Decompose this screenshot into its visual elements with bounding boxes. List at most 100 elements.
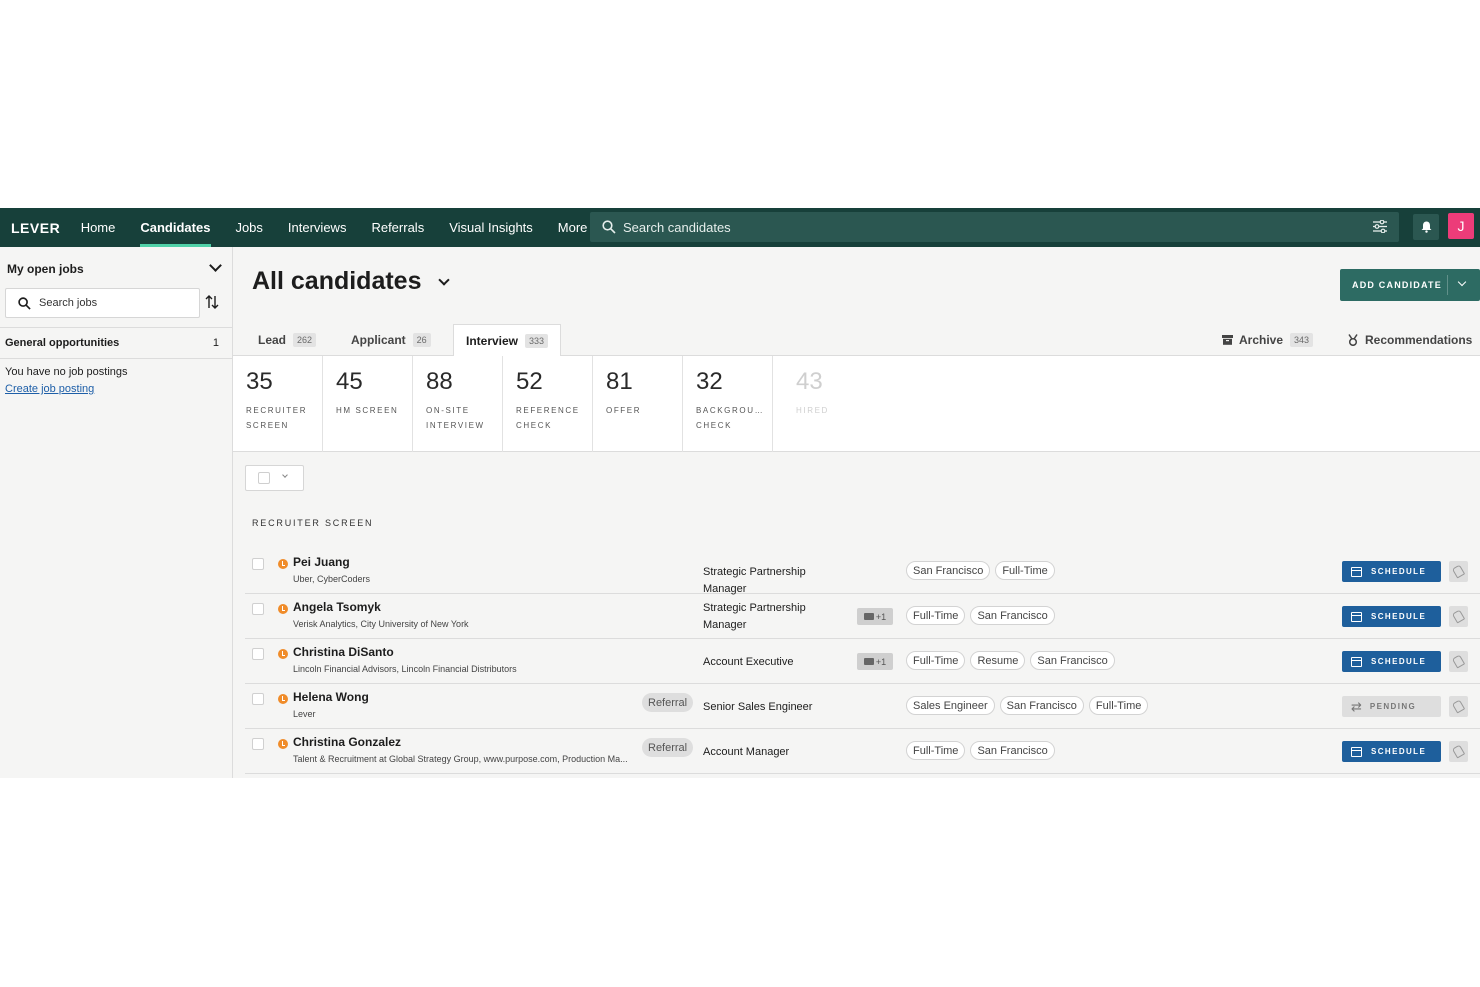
candidate-row[interactable]: Helena Wong Lever Referral Senior Sales … <box>245 684 1480 729</box>
calendar-icon <box>1351 611 1362 622</box>
filter-sliders-icon[interactable] <box>1373 220 1387 233</box>
schedule-label: SCHEDULE <box>1371 657 1427 666</box>
pending-button[interactable]: ⇄ PENDING <box>1342 696 1441 717</box>
archive-tab[interactable]: Archive 343 <box>1222 324 1314 356</box>
candidate-companies: Lincoln Financial Advisors, Lincoln Fina… <box>293 664 517 674</box>
stage-count: 43 <box>796 368 823 395</box>
tab-interview[interactable]: Interview 333 <box>453 324 562 357</box>
chevron-down-icon[interactable] <box>282 472 288 478</box>
nav-home[interactable]: Home <box>68 208 128 247</box>
candidate-row[interactable]: Angela Tsomyk Verisk Analytics, City Uni… <box>245 594 1480 639</box>
schedule-button[interactable]: SCHEDULE <box>1342 741 1441 762</box>
schedule-button[interactable]: SCHEDULE <box>1342 561 1441 582</box>
candidate-name[interactable]: Christina DiSanto <box>293 645 394 659</box>
tab-applicant[interactable]: Applicant 26 <box>339 324 443 356</box>
tag[interactable]: San Francisco <box>906 561 991 580</box>
stage-hm-screen[interactable]: 45 HM SCREEN <box>323 356 413 452</box>
multiple-jobs-badge[interactable]: +1 <box>857 653 893 670</box>
general-opportunities-item[interactable]: General opportunities 1 <box>0 327 232 359</box>
recommendations-tab[interactable]: Recommendations <box>1347 324 1472 356</box>
multiple-jobs-count: +1 <box>875 656 887 667</box>
nav-candidates[interactable]: Candidates <box>128 208 223 247</box>
phone-icon[interactable] <box>1449 561 1468 582</box>
medal-icon <box>1348 334 1358 346</box>
page-title[interactable]: All candidates <box>252 267 450 296</box>
row-checkbox[interactable] <box>252 603 264 615</box>
page-title-text: All candidates <box>252 267 422 295</box>
candidate-position: Strategic Partnership Manager <box>703 602 806 631</box>
row-checkbox[interactable] <box>252 558 264 570</box>
tag[interactable]: San Francisco <box>1030 651 1115 670</box>
multiple-jobs-badge[interactable]: +1 <box>857 608 893 625</box>
candidate-search-input[interactable]: Search candidates <box>590 212 1399 242</box>
candidate-name[interactable]: Christina Gonzalez <box>293 735 401 749</box>
referral-badge: Referral <box>642 738 694 757</box>
bulk-select-dropdown[interactable] <box>245 465 304 491</box>
tag[interactable]: San Francisco <box>970 606 1055 625</box>
referral-badge: Referral <box>642 693 694 712</box>
chevron-down-icon[interactable] <box>209 259 222 272</box>
candidate-row[interactable]: Christina DiSanto Lincoln Financial Advi… <box>245 639 1480 684</box>
nav-visual-insights[interactable]: Visual Insights <box>437 208 546 247</box>
create-job-posting-link[interactable]: Create job posting <box>5 383 94 395</box>
sort-icon[interactable] <box>205 295 219 309</box>
stage-background-check[interactable]: 32 BACKGROU… CHECK <box>683 356 773 452</box>
job-search-input[interactable]: Search jobs <box>5 288 200 318</box>
tag[interactable]: San Francisco <box>999 696 1084 715</box>
search-icon <box>18 296 31 310</box>
lever-logo[interactable]: LEVER <box>11 220 60 236</box>
row-checkbox[interactable] <box>252 693 264 705</box>
tag[interactable]: Full-Time <box>1088 696 1149 715</box>
schedule-button[interactable]: SCHEDULE <box>1342 606 1441 627</box>
stage-recruiter-screen[interactable]: 35 RECRUITER SCREEN <box>233 356 323 452</box>
stage-reference-check[interactable]: 52 REFERENCE CHECK <box>503 356 593 452</box>
chevron-down-icon[interactable] <box>1457 277 1467 287</box>
phone-icon[interactable] <box>1449 741 1468 762</box>
candidate-row[interactable]: Pei Juang Uber, CyberCoders Strategic Pa… <box>245 549 1480 595</box>
schedule-label: SCHEDULE <box>1371 747 1427 756</box>
candidate-name[interactable]: Pei Juang <box>293 555 350 569</box>
no-job-postings-text: You have no job postings <box>5 366 128 378</box>
tag[interactable]: San Francisco <box>970 741 1055 760</box>
stage-on-site-interview[interactable]: 88 ON-SITE INTERVIEW <box>413 356 503 452</box>
stage-offer[interactable]: 81 OFFER <box>593 356 683 452</box>
phone-icon[interactable] <box>1449 696 1468 717</box>
tag-list: Full-Time San Francisco <box>906 741 1055 760</box>
stage-label: ON-SITE INTERVIEW <box>426 406 485 430</box>
tag[interactable]: Full-Time <box>906 651 966 670</box>
select-all-checkbox[interactable] <box>258 472 270 484</box>
phone-icon[interactable] <box>1449 651 1468 672</box>
tag[interactable]: Full-Time <box>995 561 1055 580</box>
nav-jobs[interactable]: Jobs <box>223 208 275 247</box>
row-checkbox[interactable] <box>252 738 264 750</box>
tag-list: Full-Time Resume San Francisco <box>906 651 1115 670</box>
nav-interviews[interactable]: Interviews <box>275 208 359 247</box>
notifications-button[interactable] <box>1413 214 1439 240</box>
sidebar: My open jobs Search jobs General opportu… <box>0 247 233 778</box>
stage-count: 32 <box>696 368 723 395</box>
tag[interactable]: Full-Time <box>906 741 966 760</box>
recommendations-label: Recommendations <box>1365 333 1473 347</box>
stage-hired[interactable]: 43 HIRED <box>783 356 873 452</box>
candidate-name[interactable]: Angela Tsomyk <box>293 600 381 614</box>
lever-app: LEVER Home Candidates Jobs Interviews Re… <box>0 208 1480 778</box>
tag[interactable]: Resume <box>970 651 1026 670</box>
row-checkbox[interactable] <box>252 648 264 660</box>
schedule-label: SCHEDULE <box>1371 567 1427 576</box>
tab-label: Applicant <box>351 333 406 347</box>
search-placeholder: Search candidates <box>623 219 731 235</box>
schedule-button[interactable]: SCHEDULE <box>1342 651 1441 672</box>
tab-lead[interactable]: Lead 262 <box>246 324 328 356</box>
candidate-row[interactable]: Christina Gonzalez Talent & Recruitment … <box>245 729 1480 774</box>
nav-referrals[interactable]: Referrals <box>359 208 437 247</box>
tag[interactable]: Sales Engineer <box>906 696 995 715</box>
nav-more-label: More <box>557 220 588 235</box>
section-label: RECRUITER SCREEN <box>252 518 374 528</box>
candidate-name[interactable]: Helena Wong <box>293 690 369 704</box>
clock-status-icon <box>278 694 288 704</box>
tag[interactable]: Full-Time <box>906 606 966 625</box>
user-avatar[interactable]: J <box>1448 213 1474 239</box>
job-search-placeholder: Search jobs <box>39 297 98 309</box>
add-candidate-button[interactable]: ADD CANDIDATE <box>1340 269 1480 301</box>
phone-icon[interactable] <box>1449 606 1468 627</box>
